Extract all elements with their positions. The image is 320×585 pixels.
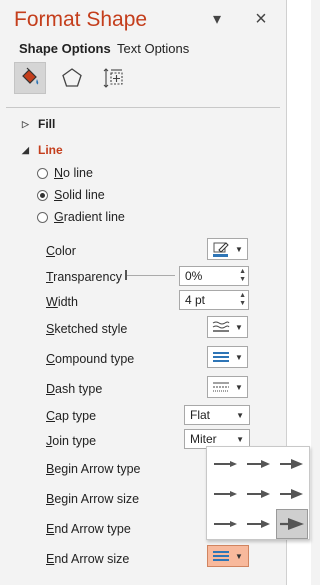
radio-label: Gradient line (54, 210, 125, 224)
end-arrow-size-label: End Arrow size (46, 552, 130, 566)
task-pane-options-icon[interactable]: ▾ (207, 10, 227, 28)
fill-line-icon[interactable] (14, 62, 46, 94)
effects-pentagon-icon[interactable] (56, 62, 88, 94)
size-properties-icon[interactable] (98, 62, 130, 94)
compound-type-label: Compound type (46, 352, 135, 366)
cap-type-label: Cap type (46, 409, 97, 423)
section-divider (6, 107, 280, 108)
begin-arrow-type-label: Begin Arrow type (46, 462, 141, 476)
radio-button[interactable] (37, 189, 48, 201)
pen-color-icon (208, 239, 234, 259)
line-section-header[interactable]: ◢ Line (22, 143, 63, 157)
arrow-size-option[interactable] (210, 479, 242, 509)
join-type-label: Join type (46, 434, 97, 448)
radio-label: No line (54, 166, 93, 180)
chevron-down-icon: ▼ (235, 244, 243, 254)
compound-type-button[interactable]: ▼ (207, 346, 248, 368)
arrow-size-option-selected[interactable] (276, 509, 308, 539)
tab-text-options[interactable]: Text Options (117, 41, 189, 56)
arrow-size-icon (208, 546, 234, 566)
compound-lines-icon (208, 347, 234, 367)
arrow-size-option[interactable] (243, 509, 275, 539)
transparency-input[interactable]: 0% ▲ ▼ (179, 266, 249, 286)
arrow-size-option[interactable] (243, 449, 275, 479)
end-arrow-type-label: End Arrow type (46, 522, 131, 536)
radio-solid-line[interactable]: Solid line (37, 188, 105, 202)
arrow-size-option[interactable] (243, 479, 275, 509)
chevron-down-icon: ▼ (235, 352, 243, 362)
radio-button[interactable] (37, 211, 48, 223)
sketched-lines-icon (208, 317, 234, 337)
transparency-slider-track[interactable] (127, 275, 175, 276)
arrow-size-option[interactable] (210, 509, 242, 539)
arrow-size-option[interactable] (210, 449, 242, 479)
chevron-right-icon: ▷ (22, 118, 29, 129)
radio-gradient-line[interactable]: Gradient line (37, 210, 125, 224)
radio-no-line[interactable]: No line (37, 166, 93, 180)
arrow-size-option[interactable] (276, 449, 308, 479)
width-input[interactable]: 4 pt ▲ ▼ (179, 290, 249, 310)
dash-lines-icon (208, 377, 234, 397)
color-label: Color (46, 244, 76, 258)
chevron-down-icon: ▼ (236, 410, 244, 420)
cap-type-select[interactable]: Flat ▼ (184, 405, 250, 425)
spinner-arrows-icon[interactable]: ▲ ▼ (239, 268, 246, 284)
chevron-down-icon: ▼ (235, 551, 243, 561)
chevron-down-icon: ▼ (235, 382, 243, 392)
chevron-down-icon: ◢ (22, 144, 29, 155)
spinner-arrows-icon[interactable]: ▲ ▼ (239, 292, 246, 308)
radio-button[interactable] (37, 167, 48, 179)
end-arrow-size-button[interactable]: ▼ (207, 545, 249, 567)
sketched-style-button[interactable]: ▼ (207, 316, 248, 338)
close-icon[interactable]: × (251, 8, 271, 30)
width-label: Width (46, 295, 78, 309)
fill-section-header[interactable]: ▷ Fill (22, 117, 55, 131)
pane-title: Format Shape (14, 8, 148, 31)
transparency-slider-thumb[interactable] (125, 270, 127, 280)
transparency-label: Transparency (46, 270, 122, 284)
chevron-down-icon: ▼ (235, 322, 243, 332)
radio-label: Solid line (54, 188, 105, 202)
tab-shape-options[interactable]: Shape Options (19, 41, 111, 56)
chevron-down-icon: ▼ (236, 434, 244, 444)
sketched-style-label: Sketched style (46, 322, 128, 336)
begin-arrow-size-label: Begin Arrow size (46, 492, 140, 506)
dash-type-button[interactable]: ▼ (207, 376, 248, 398)
arrow-size-gallery (206, 446, 310, 540)
dash-type-label: Dash type (46, 382, 103, 396)
arrow-size-option[interactable] (276, 479, 308, 509)
color-picker-button[interactable]: ▼ (207, 238, 248, 260)
